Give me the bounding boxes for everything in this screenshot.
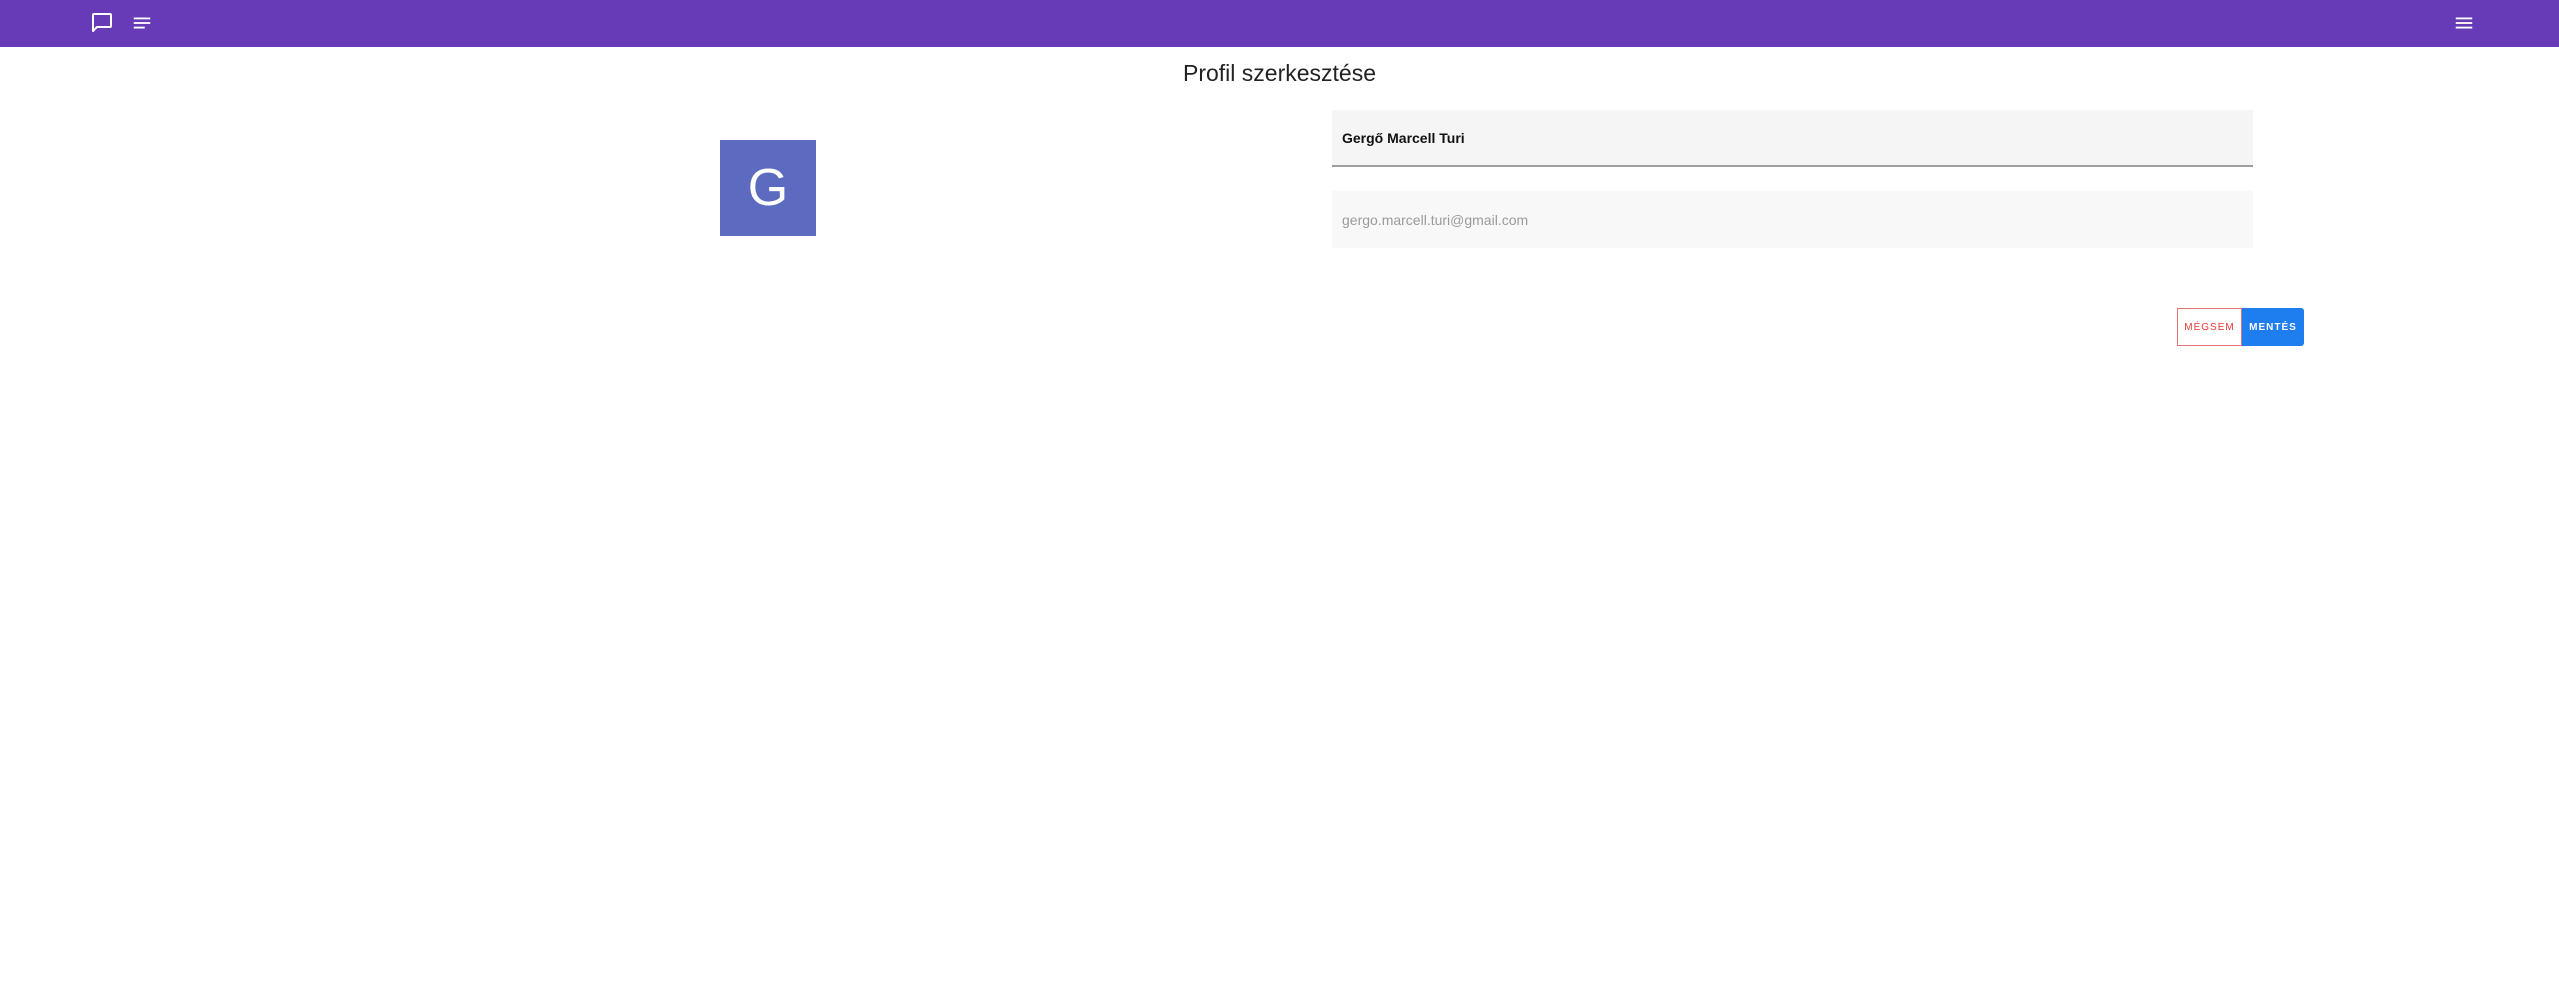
name-field[interactable]: Gergő Marcell Turi: [1332, 110, 2253, 167]
menu-icon[interactable]: [2446, 5, 2482, 41]
notes-list-icon[interactable]: [124, 5, 160, 41]
email-field-value: gergo.marcell.turi@gmail.com: [1342, 211, 1529, 228]
top-app-bar: [0, 0, 2559, 47]
save-button[interactable]: MENTÉS: [2242, 308, 2304, 346]
page-title: Profil szerkesztése: [1182, 60, 1376, 86]
avatar[interactable]: G: [720, 140, 816, 236]
avatar-initial: G: [747, 159, 789, 217]
name-field-value: Gergő Marcell Turi: [1342, 129, 1465, 146]
chat-bubble-icon[interactable]: [84, 5, 120, 41]
email-field: gergo.marcell.turi@gmail.com: [1332, 191, 2253, 248]
cancel-button[interactable]: MÉGSEM: [2177, 308, 2242, 346]
